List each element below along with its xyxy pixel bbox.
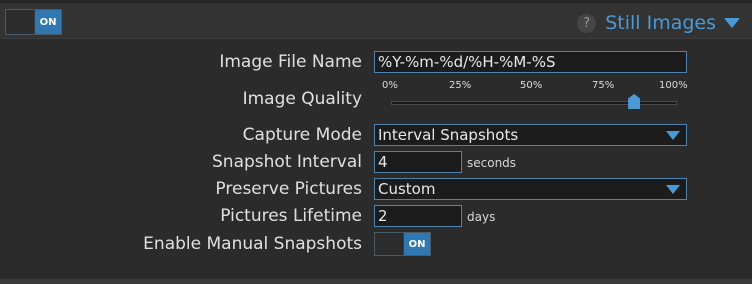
quality-tick-0: 0% bbox=[382, 80, 398, 91]
preserve-pictures-label: Preserve Pictures bbox=[215, 179, 362, 199]
toggle-on-label: ON bbox=[404, 233, 430, 255]
image-quality-label: Image Quality bbox=[242, 89, 362, 109]
preserve-pictures-value: Custom bbox=[378, 180, 436, 198]
preserve-pictures-select[interactable]: Custom bbox=[374, 178, 687, 200]
image-quality-slider-handle[interactable] bbox=[628, 94, 641, 109]
quality-tick-25: 25% bbox=[449, 80, 472, 91]
quality-tick-50: 50% bbox=[520, 80, 543, 91]
capture-mode-value: Interval Snapshots bbox=[378, 126, 519, 144]
toggle-on-label: ON bbox=[35, 10, 61, 34]
toggle-knob bbox=[375, 233, 404, 255]
chevron-down-icon bbox=[666, 131, 680, 140]
snapshot-interval-label: Snapshot Interval bbox=[212, 152, 362, 172]
chevron-down-icon bbox=[724, 18, 740, 28]
snapshot-interval-unit: seconds bbox=[467, 156, 517, 170]
pictures-lifetime-unit: days bbox=[467, 210, 496, 224]
pictures-lifetime-input[interactable]: 2 bbox=[374, 205, 462, 227]
section-header: ON ? Still Images bbox=[0, 0, 752, 39]
toggle-knob bbox=[6, 10, 35, 34]
enable-manual-snapshots-label: Enable Manual Snapshots bbox=[143, 234, 362, 254]
snapshot-interval-input[interactable]: 4 bbox=[374, 151, 462, 173]
capture-mode-label: Capture Mode bbox=[242, 125, 362, 145]
section-title: Still Images bbox=[605, 12, 716, 34]
chevron-down-icon bbox=[666, 185, 680, 194]
section-title-button[interactable]: ? Still Images bbox=[577, 10, 740, 36]
image-file-name-label: Image File Name bbox=[219, 52, 362, 72]
section-footer bbox=[0, 279, 752, 284]
image-file-name-input[interactable]: %Y-%m-%d/%H-%M-%S bbox=[374, 51, 687, 73]
enable-manual-snapshots-toggle[interactable]: ON bbox=[374, 232, 431, 256]
pictures-lifetime-label: Pictures Lifetime bbox=[220, 206, 362, 226]
quality-tick-75: 75% bbox=[592, 80, 615, 91]
capture-mode-select[interactable]: Interval Snapshots bbox=[374, 124, 687, 146]
section-enable-toggle[interactable]: ON bbox=[5, 9, 62, 35]
help-icon[interactable]: ? bbox=[577, 13, 597, 33]
quality-tick-100: 100% bbox=[659, 80, 688, 91]
